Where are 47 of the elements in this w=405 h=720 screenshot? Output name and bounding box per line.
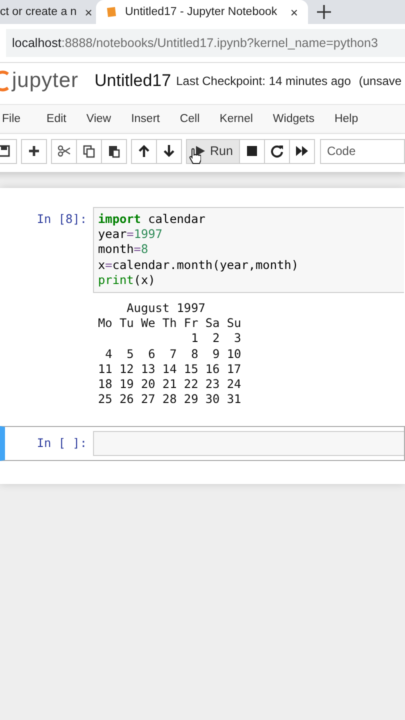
notebook-title[interactable]: Untitled17 xyxy=(94,71,172,91)
scissors-icon xyxy=(57,144,71,158)
menu-item[interactable]: View xyxy=(76,113,122,125)
toolbar-button[interactable] xyxy=(101,138,127,164)
copy-icon xyxy=(82,144,96,158)
toolbar-button[interactable] xyxy=(21,138,47,164)
menu-item[interactable]: Cell xyxy=(170,113,210,125)
notebook-cell[interactable]: In [ ]: xyxy=(0,426,405,462)
close-icon[interactable]: × xyxy=(84,4,92,20)
toolbar-button[interactable] xyxy=(264,138,290,164)
menu-item[interactable]: File xyxy=(0,113,37,125)
url-host: localhost xyxy=(12,36,62,50)
save-icon xyxy=(0,144,11,158)
browser-tab[interactable]: Untitled17 - Jupyter Notebook × xyxy=(96,0,308,24)
menu-item[interactable]: Edit xyxy=(36,113,76,125)
url-path: :8888/notebooks/Untitled17.ipynb?kernel_name=python3 xyxy=(61,36,378,50)
menu-item[interactable]: Kernel xyxy=(210,113,263,125)
menu-item[interactable]: Widgets xyxy=(262,113,324,125)
up-arrow-icon xyxy=(137,144,151,158)
address-bar[interactable]: localhost:8888/notebooks/Untitled17.ipynb?kernel_name=python3 xyxy=(6,29,405,57)
toolbar-button[interactable] xyxy=(156,138,182,164)
stop-icon xyxy=(244,144,259,158)
toolbar-button[interactable] xyxy=(76,138,102,164)
hand-cursor-icon xyxy=(189,148,201,164)
notebook-cell[interactable]: In [8]: import calendar year=1997 month=8 x=calendar.month(year,month) print(x) August 1997 Mo Tu We Th Fr Sa Su 1 2 3 4 5 6 7 8 9 10 11 12 13 14 15 16 17 18 19 20 21 22 23 24 25 26 27 28 29 30 31 xyxy=(0,202,405,412)
toolbar-button[interactable] xyxy=(238,138,265,164)
fast-forward-icon xyxy=(294,144,309,158)
cell-type-dropdown[interactable]: Code xyxy=(320,138,405,164)
close-icon[interactable]: × xyxy=(290,4,298,20)
toolbar-button[interactable] xyxy=(51,138,77,164)
paste-icon xyxy=(107,144,121,158)
cell-prompt: In [ ]: xyxy=(36,435,88,452)
checkpoint-text: Last Checkpoint: 14 minutes ago xyxy=(176,74,351,88)
notebook-icon xyxy=(106,6,117,18)
new-tab-icon[interactable] xyxy=(316,4,332,20)
plus-icon xyxy=(27,144,41,158)
menu-item[interactable]: Help xyxy=(324,113,368,125)
cell-prompt: In [8]: xyxy=(36,211,88,228)
code-editor[interactable]: import calendar year=1997 month=8 x=calendar.month(year,month) print(x) xyxy=(93,207,404,294)
toolbar-button[interactable] xyxy=(288,138,315,164)
toolbar-button[interactable] xyxy=(131,138,157,164)
logo-text: jupyter xyxy=(12,69,79,93)
calendar-output: August 1997 Mo Tu We Th Fr Sa Su 1 2 3 4 5 6 7 8 9 10 11 12 13 14 15 16 17 18 19 20 21 22 23 24 25 26 27 28 29 30 31 xyxy=(97,300,242,408)
menu-item[interactable]: Insert xyxy=(121,113,170,125)
save-status: (unsave xyxy=(358,74,402,88)
down-arrow-icon xyxy=(162,144,176,158)
restart-icon xyxy=(270,144,284,158)
